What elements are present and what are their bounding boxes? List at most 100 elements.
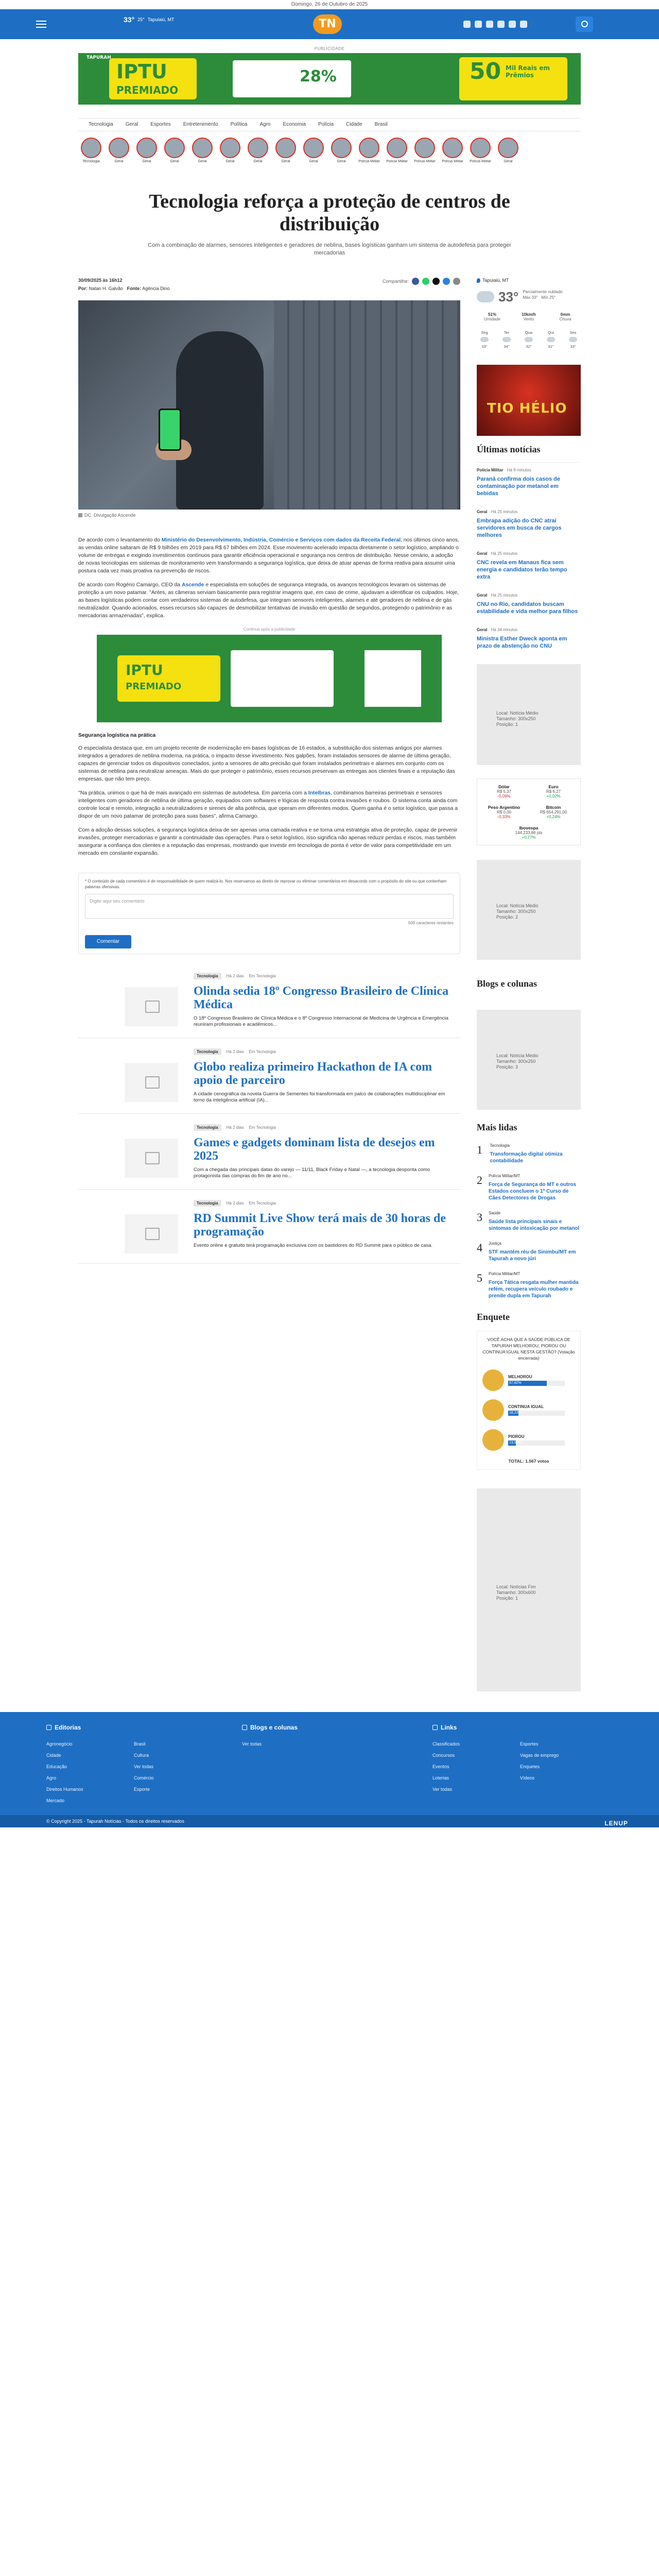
search-icon[interactable] [576,16,593,32]
nav-item-9[interactable]: Brasil [369,118,394,131]
category-tag[interactable]: Tecnologia [194,973,221,979]
story-item[interactable]: Geral [164,138,185,163]
latest-news-item[interactable]: Geral · Há 34 minutos Ministra Esther Dwe… [477,628,581,650]
link-share-icon[interactable] [453,278,460,285]
footer-link[interactable]: Comércio [134,1775,221,1781]
youtube-icon[interactable] [497,21,505,28]
whatsapp-icon[interactable] [509,21,516,28]
sidebar-ad[interactable]: TIO HÉLIO [477,365,581,436]
most-read-item[interactable]: 5 Polícia Militar/MT Força Tática resgata … [477,1272,581,1299]
comment-textarea[interactable]: Digite aqui seu comentário [85,894,454,919]
twitter-icon[interactable] [486,21,493,28]
news-category[interactable]: Geral [477,510,487,514]
author-name[interactable]: Natan H. Galvão [89,286,124,291]
inline-link[interactable]: Intelbras [308,790,331,796]
footer-link[interactable]: Cidade [46,1752,134,1758]
footer-link[interactable]: Ver todas [242,1741,330,1747]
related-item[interactable]: Tecnologia Há 2 dias Em Tecnologia Olinda s… [78,973,460,1038]
footer-link[interactable]: Enquetes [520,1764,608,1770]
related-item[interactable]: Tecnologia Há 2 dias Em Tecnologia Globo re… [78,1048,460,1114]
comment-button[interactable]: Comentar [85,935,131,948]
footer-link[interactable]: Ver todas [134,1764,221,1770]
related-title[interactable]: Globo realiza primeiro Hackathon de IA c… [194,1060,451,1087]
story-item[interactable]: Geral [497,138,519,163]
instagram-icon[interactable] [475,21,482,28]
footer-link[interactable]: Ver todas [432,1786,520,1792]
most-read-item[interactable]: 1 Tecnologia Transformação digital otimiza… [477,1143,581,1164]
story-item[interactable]: Geral [219,138,241,163]
story-item[interactable]: Geral [108,138,130,163]
latest-news-item[interactable]: Geral · Há 25 minutos CNU no Rio, candida… [477,593,581,615]
nav-item-8[interactable]: Cidade [340,118,369,131]
most-read-item[interactable]: 4 Justiça STF mantém réu de Sinimbu/MT em … [477,1241,581,1262]
latest-news-item[interactable]: Polícia Militar · Há 9 minutos Paraná con… [477,468,581,497]
news-title[interactable]: Ministra Esther Dweck aponta em prazo de… [477,635,581,650]
inline-link[interactable]: Ascende [182,582,204,588]
news-title[interactable]: Paraná confirma dois casos de contaminaç… [477,476,581,497]
category-tag[interactable]: Tecnologia [194,1048,221,1055]
footer-link[interactable]: Eventos [432,1764,520,1770]
story-item[interactable]: Geral [331,138,352,163]
story-item[interactable]: Geral [247,138,269,163]
telegram-share-icon[interactable] [443,278,450,285]
footer-link[interactable]: Vagas de emprego [520,1752,608,1758]
footer-link[interactable]: Agro [46,1775,134,1781]
nav-item-2[interactable]: Esportes [144,118,177,131]
footer-link[interactable]: Direitos Humanos [46,1786,134,1792]
nav-item-1[interactable]: Geral [119,118,144,131]
news-category[interactable]: Geral [477,551,487,556]
most-read-title[interactable]: Força de Segurança do MT e outros Estado… [489,1181,581,1201]
most-read-item[interactable]: 2 Polícia Militar/MT Força de Segurança do… [477,1174,581,1201]
story-item[interactable]: Geral [303,138,324,163]
most-read-item[interactable]: 3 Saúde Saúde lista principais sinais e si… [477,1211,581,1232]
category-tag[interactable]: Tecnologia [194,1200,221,1207]
most-read-title[interactable]: STF mantém réu de Sinimbu/MT em Tapurah … [489,1249,581,1262]
related-title[interactable]: Games e gadgets dominam lista de desejos… [194,1136,451,1163]
hamburger-icon[interactable] [36,21,46,28]
most-read-title[interactable]: Força Tática resgata mulher mantida refé… [489,1279,581,1299]
footer-link[interactable]: Esportes [520,1741,608,1747]
footer-link[interactable]: Esporte [134,1786,221,1792]
footer-link[interactable]: Classificados [432,1741,520,1747]
story-item[interactable]: Geral [192,138,213,163]
top-banner-ad[interactable]: IPTU PREMIADO TAPURAH 28% 50 Mil Reais e… [78,53,581,105]
story-item[interactable]: Geral [136,138,158,163]
footer-link[interactable]: Loterias [432,1775,520,1781]
footer-link[interactable]: Educação [46,1764,134,1770]
developer-logo[interactable]: LENUP [604,1817,628,1829]
most-read-title[interactable]: Transformação digital otimiza contabilid… [490,1151,581,1164]
most-read-title[interactable]: Saúde lista principais sinais e sintomas… [489,1218,581,1232]
story-item[interactable]: Polícia Militar [414,138,436,163]
related-thumbnail[interactable] [125,987,178,1026]
nav-item-3[interactable]: Entretenimento [177,118,224,131]
nav-item-7[interactable]: Polícia [312,118,340,131]
inline-link[interactable]: Ministério do Desenvolvimento, Indústria… [162,537,401,543]
story-item[interactable]: Tecnologia [80,138,102,163]
related-thumbnail[interactable] [125,1139,178,1178]
inline-banner-ad[interactable]: IPTU PREMIADO [97,635,442,722]
whatsapp-share-icon[interactable] [422,278,429,285]
nav-item-5[interactable]: Agro [253,118,276,131]
related-item[interactable]: Tecnologia Há 2 dias Em Tecnologia RD Summi… [78,1200,460,1264]
story-item[interactable]: Geral [275,138,297,163]
news-title[interactable]: CNC revela em Manaus fica sem energia e … [477,559,581,581]
story-item[interactable]: Polícia Militar [442,138,463,163]
latest-news-item[interactable]: Geral · Há 25 minutos Embrapa adição do C… [477,510,581,539]
news-category[interactable]: Polícia Militar [477,468,504,472]
category-tag[interactable]: Tecnologia [194,1124,221,1131]
nav-item-6[interactable]: Economia [276,118,311,131]
related-thumbnail[interactable] [125,1214,178,1253]
footer-link[interactable]: Vídeos [520,1775,608,1781]
story-item[interactable]: Polícia Militar [386,138,408,163]
news-category[interactable]: Geral [477,628,487,632]
related-thumbnail[interactable] [125,1063,178,1102]
footer-link[interactable]: Agronegócio [46,1741,134,1747]
related-item[interactable]: Tecnologia Há 2 dias Em Tecnologia Games e … [78,1124,460,1190]
facebook-share-icon[interactable] [412,278,419,285]
footer-link[interactable]: Mercado [46,1798,134,1804]
related-title[interactable]: Olinda sedia 18º Congresso Brasileiro de… [194,985,451,1011]
facebook-icon[interactable] [463,21,471,28]
footer-link[interactable]: Brasil [134,1741,221,1747]
x-share-icon[interactable] [432,278,440,285]
nav-item-4[interactable]: Política [224,118,254,131]
